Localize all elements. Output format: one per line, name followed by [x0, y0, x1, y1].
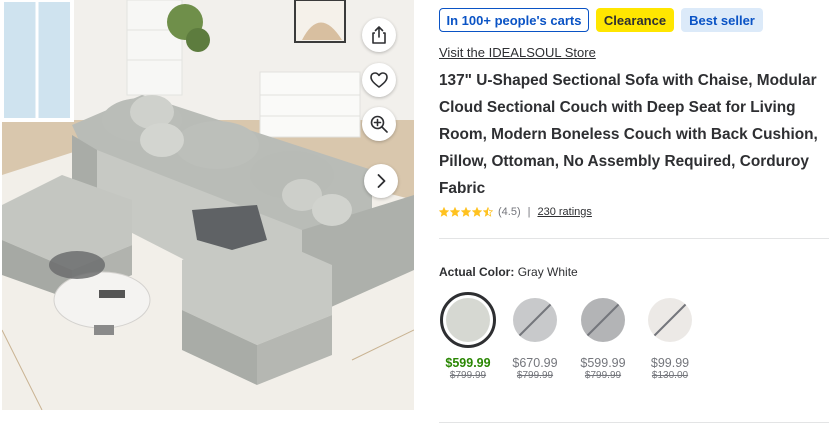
sofa-photo: [2, 0, 414, 410]
store-link[interactable]: Visit the IDEALSOUL Store: [439, 45, 596, 60]
star-icon: [483, 207, 493, 217]
swatch-ring: [575, 292, 631, 348]
zoom-in-icon: [370, 115, 388, 133]
share-button[interactable]: [362, 18, 396, 52]
divider: [439, 238, 829, 239]
swatch-color: [513, 298, 557, 342]
swatch-price: $599.99: [445, 356, 491, 370]
color-swatch[interactable]: $599.99 $799.99: [439, 292, 497, 381]
color-label-title: Actual Color:: [439, 265, 515, 279]
selected-color: Gray White: [517, 265, 578, 279]
swatch-color: [581, 298, 625, 342]
heart-icon: [370, 72, 388, 88]
best-seller-badge: Best seller: [681, 8, 763, 32]
product-image[interactable]: [2, 0, 414, 410]
product-title: 137" U-Shaped Sectional Sofa with Chaise…: [439, 72, 818, 197]
color-swatch[interactable]: $99.99 $130.00: [641, 292, 699, 381]
star-rating: [439, 207, 493, 217]
swatch-ring: [642, 292, 698, 348]
star-icon: [461, 207, 471, 217]
swatch-color: [648, 298, 692, 342]
divider: [439, 422, 829, 423]
color-swatch[interactable]: $599.99 $799.99: [574, 292, 632, 381]
rating-separator: |: [527, 206, 531, 218]
rating-value: (4.5): [498, 206, 521, 218]
star-icon: [439, 207, 449, 217]
share-icon: [372, 26, 386, 44]
ratings-link[interactable]: 230 ratings: [537, 206, 591, 218]
rating-row: (4.5) | 230 ratings: [439, 206, 592, 218]
clearance-badge: Clearance: [596, 8, 674, 32]
unavailable-slash-icon: [516, 301, 554, 339]
color-swatch[interactable]: $670.99 $799.99: [506, 292, 564, 381]
swatch-ring: [507, 292, 563, 348]
unavailable-slash-icon: [651, 301, 689, 339]
swatch-was-price: $130.00: [651, 370, 689, 381]
favorite-button[interactable]: [362, 63, 396, 97]
star-icon: [450, 207, 460, 217]
swatch-price: $99.99: [650, 356, 690, 370]
swatch-color: [446, 298, 490, 342]
chevron-right-icon: [377, 174, 386, 188]
swatch-was-price: $799.99: [516, 370, 554, 381]
swatch-ring: [440, 292, 496, 348]
swatch-was-price: $799.99: [449, 370, 487, 381]
swatch-price: $670.99: [512, 356, 558, 370]
next-image-button[interactable]: [364, 164, 398, 198]
popularity-badge: In 100+ people's carts: [439, 8, 589, 32]
swatch-was-price: $799.99: [584, 370, 622, 381]
badge-row: In 100+ people's carts Clearance Best se…: [439, 8, 763, 32]
star-icon: [472, 207, 482, 217]
unavailable-slash-icon: [584, 301, 622, 339]
zoom-button[interactable]: [362, 107, 396, 141]
color-label: Actual Color: Gray White: [439, 265, 578, 279]
swatch-price: $599.99: [580, 356, 626, 370]
